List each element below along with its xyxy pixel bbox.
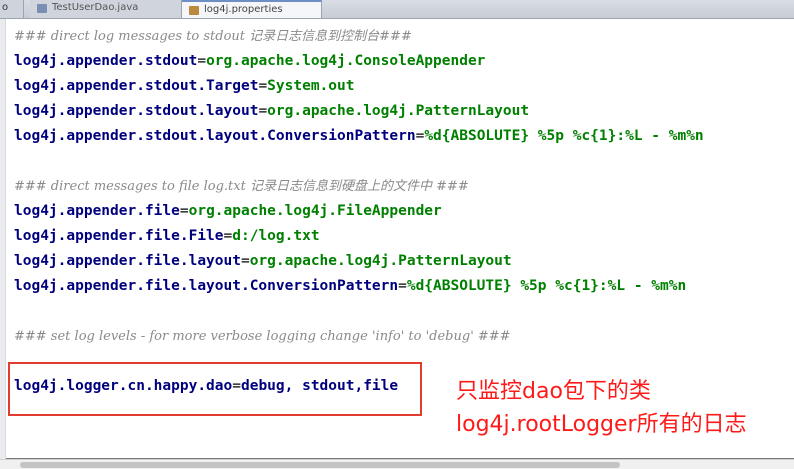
tab-partial[interactable]: o: [0, 0, 24, 18]
code-line-3: log4j.appender.stdout.Target=System.out: [14, 74, 704, 99]
code-line-1: ### direct log messages to stdout 记录日志信息…: [14, 24, 704, 49]
code-line-9: log4j.appender.file.File=d:/log.txt: [14, 224, 704, 249]
scrollbar-thumb[interactable]: [20, 462, 620, 468]
horizontal-scrollbar[interactable]: [0, 459, 794, 469]
equals-sign: =: [258, 78, 268, 94]
tab-label: log4j.properties: [204, 4, 283, 15]
property-value: org.apache.log4j.FileAppender: [188, 203, 442, 219]
tab-label: o: [2, 2, 9, 13]
comment-text: ### set log levels - for more verbose lo…: [14, 329, 511, 344]
highlight-box: [8, 362, 422, 416]
equals-sign: =: [415, 128, 425, 144]
equals-sign: =: [258, 103, 268, 119]
tab-test-user-dao[interactable]: TestUserDao.java: [30, 0, 182, 18]
property-key: log4j.appender.stdout.Target: [14, 78, 259, 94]
code-line-2: log4j.appender.stdout=org.apache.log4j.C…: [14, 49, 704, 74]
property-key: log4j.appender.file: [14, 203, 180, 219]
code-line-8: log4j.appender.file=org.apache.log4j.Fil…: [14, 199, 704, 224]
property-key: log4j.appender.file.layout.ConversionPat…: [14, 278, 399, 294]
code-line-4: log4j.appender.stdout.layout=org.apache.…: [14, 99, 704, 124]
comment-text: ### direct log messages to stdout 记录日志信息…: [14, 29, 412, 44]
property-value: org.apache.log4j.ConsoleAppender: [206, 53, 486, 69]
annotation-text-root-logger: log4j.rootLogger所有的日志: [456, 412, 747, 437]
tab-label: TestUserDao.java: [52, 2, 139, 13]
tab-log4j-properties[interactable]: log4j.properties: [182, 0, 322, 18]
equals-sign: =: [398, 278, 407, 294]
property-value: %d{ABSOLUTE} %5p %c{1}:%L - %m%n: [424, 128, 704, 144]
property-value: %d{ABSOLUTE} %5p %c{1}:%L - %m%n: [406, 278, 687, 294]
code-line-7: ### direct messages to file log.txt 记录日志…: [14, 174, 704, 199]
equals-sign: =: [223, 228, 233, 244]
code-line-13: ### set log levels - for more verbose lo…: [14, 324, 704, 349]
code-editor[interactable]: ### direct log messages to stdout 记录日志信息…: [14, 24, 704, 399]
equals-sign: =: [240, 253, 250, 269]
editor-gutter: [0, 19, 6, 459]
property-key: log4j.appender.stdout.layout: [14, 103, 259, 119]
equals-sign: =: [197, 53, 207, 69]
property-value: org.apache.log4j.PatternLayout: [267, 103, 530, 119]
property-key: log4j.appender.file.File: [14, 228, 224, 244]
comment-text: ### direct messages to file log.txt 记录日志…: [14, 179, 469, 194]
equals-sign: =: [179, 203, 189, 219]
property-key: log4j.appender.stdout.layout.ConversionP…: [14, 128, 416, 144]
editor-tab-strip: o TestUserDao.java log4j.properties: [0, 0, 794, 19]
property-value: d:/log.txt: [232, 228, 320, 244]
editor-window: o TestUserDao.java log4j.properties ### …: [0, 0, 794, 469]
annotation-text-dao: 只监控dao包下的类: [456, 379, 651, 404]
code-line-11: log4j.appender.file.layout.ConversionPat…: [14, 274, 704, 299]
property-value: org.apache.log4j.PatternLayout: [249, 253, 512, 269]
code-line-12-blank: [14, 299, 704, 324]
code-line-6-blank: [14, 149, 704, 174]
property-key: log4j.appender.stdout: [14, 53, 198, 69]
java-file-icon: [37, 4, 47, 13]
property-key: log4j.appender.file.layout: [14, 253, 241, 269]
properties-file-icon: [189, 6, 199, 15]
code-line-10: log4j.appender.file.layout=org.apache.lo…: [14, 249, 704, 274]
property-value: System.out: [267, 78, 355, 94]
code-line-5: log4j.appender.stdout.layout.ConversionP…: [14, 124, 704, 149]
